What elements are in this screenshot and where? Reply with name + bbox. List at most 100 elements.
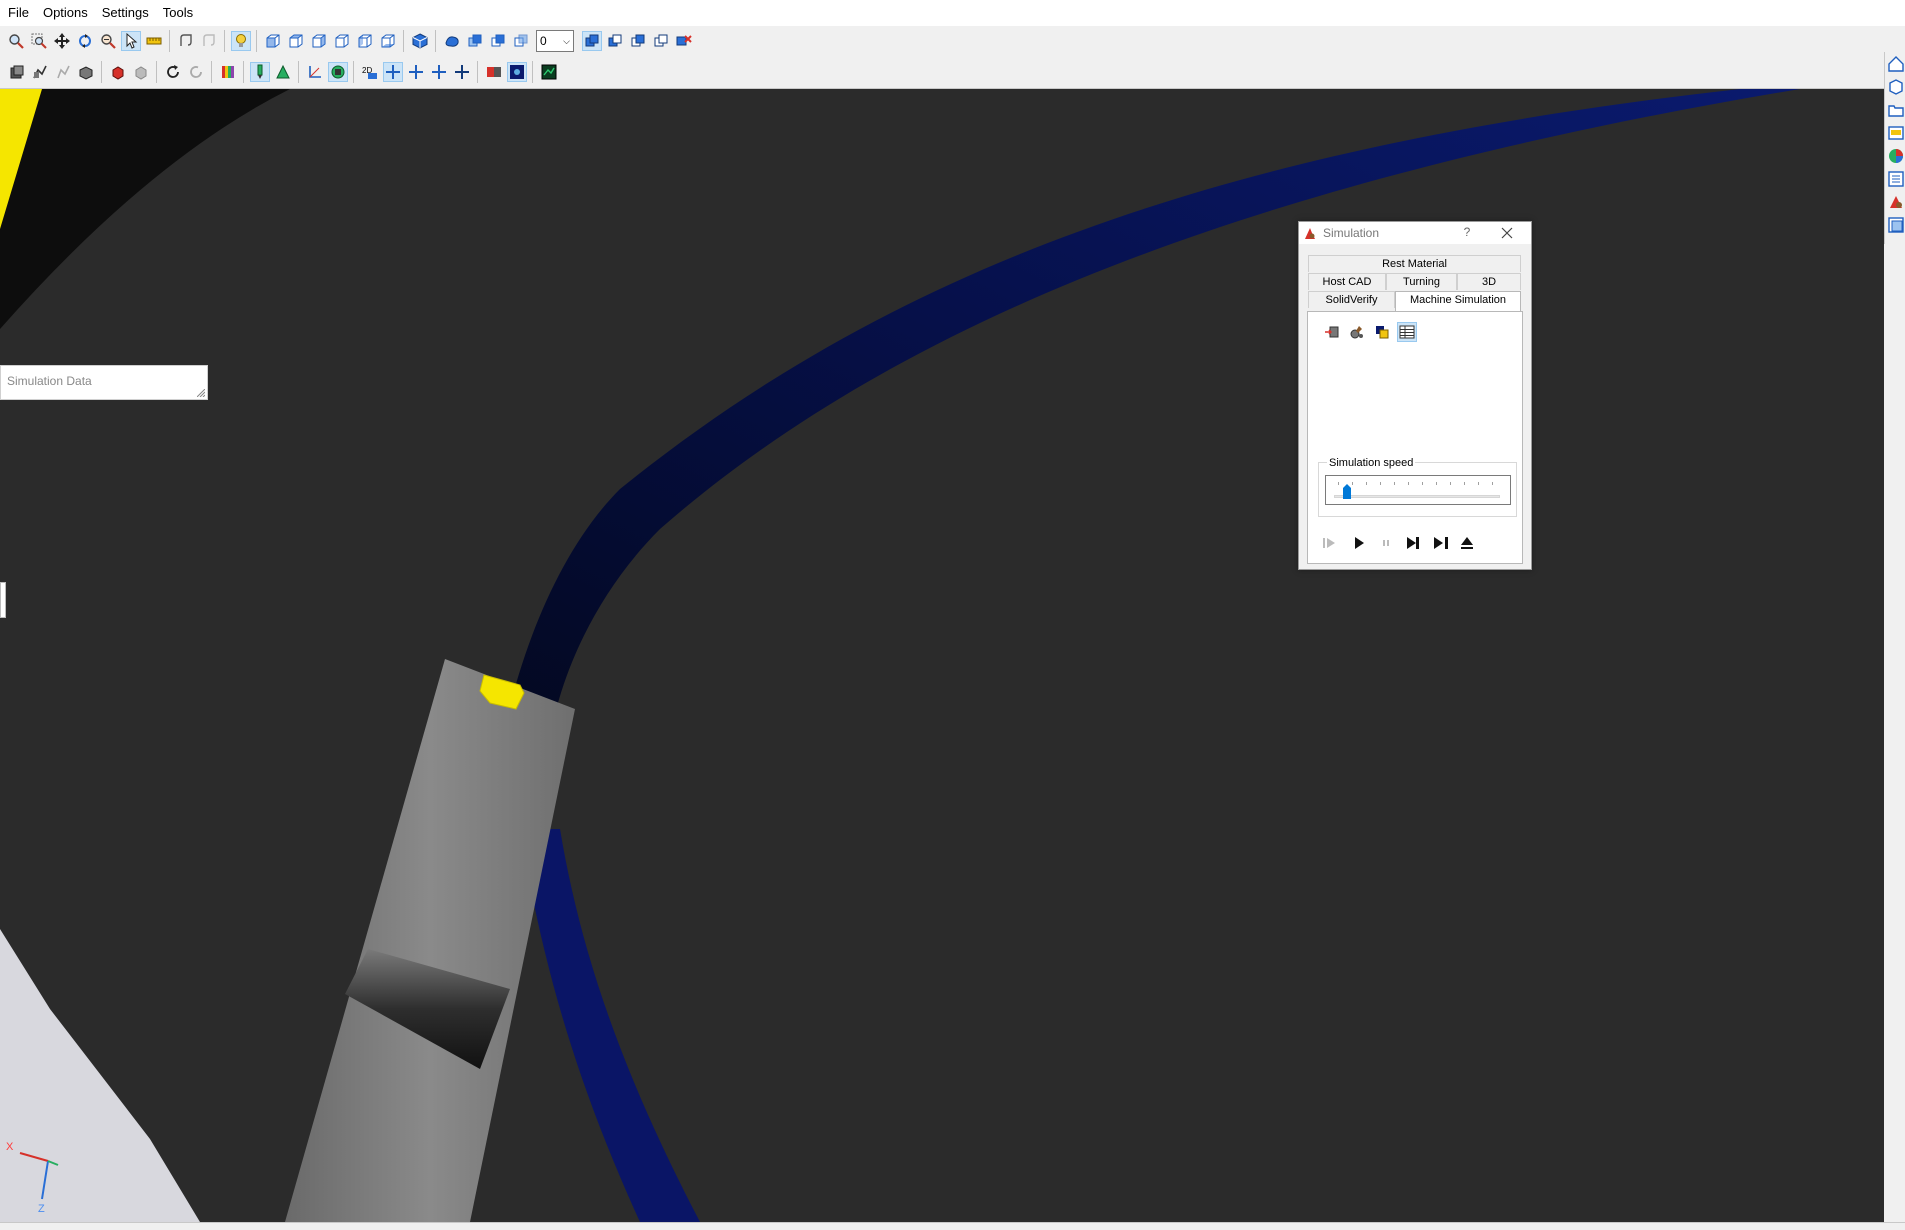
simulation-icon[interactable] bbox=[1887, 193, 1905, 213]
measure-icon[interactable] bbox=[144, 31, 164, 51]
refresh-icon[interactable] bbox=[163, 62, 183, 82]
collapsed-panel-handle[interactable] bbox=[0, 582, 6, 618]
3d-viewport[interactable]: X Z bbox=[0, 89, 1884, 1222]
close-icon[interactable] bbox=[1498, 224, 1516, 242]
rewind-button[interactable] bbox=[1318, 532, 1340, 554]
reset-icon[interactable] bbox=[186, 62, 206, 82]
view-front-icon[interactable] bbox=[286, 31, 306, 51]
machine-import-icon[interactable] bbox=[1322, 322, 1342, 342]
pause-button[interactable] bbox=[1375, 532, 1397, 554]
layer-combo[interactable]: 0 ⌵ bbox=[536, 30, 574, 52]
redo-view-icon[interactable] bbox=[199, 31, 219, 51]
menu-options[interactable]: Options bbox=[36, 0, 95, 26]
color-wheel-icon[interactable] bbox=[1887, 147, 1905, 167]
display-mode-4-icon[interactable] bbox=[651, 31, 671, 51]
monitor-icon[interactable] bbox=[539, 62, 559, 82]
tool-display-icon[interactable] bbox=[249, 62, 270, 82]
tab-solidverify[interactable]: SolidVerify bbox=[1308, 291, 1395, 308]
display-mode-2-icon[interactable] bbox=[605, 31, 625, 51]
simulation-speed-slider[interactable] bbox=[1325, 475, 1511, 505]
machine-simulation-page: Simulation speed bbox=[1307, 311, 1523, 564]
layout-icon[interactable] bbox=[1887, 216, 1905, 236]
rotate-icon[interactable] bbox=[75, 31, 95, 51]
step-forward-icon bbox=[1407, 537, 1419, 549]
wireframe-icon[interactable] bbox=[465, 31, 485, 51]
shaded-icon[interactable] bbox=[442, 31, 462, 51]
2d-text-icon[interactable]: 2D bbox=[360, 62, 380, 82]
zoom-window-icon[interactable] bbox=[29, 31, 49, 51]
slider-tick bbox=[1436, 482, 1437, 485]
simulation-data-title: Simulation Data bbox=[7, 374, 92, 388]
slider-tick bbox=[1338, 482, 1339, 485]
tab-machine-simulation[interactable]: Machine Simulation bbox=[1395, 291, 1521, 312]
crosshair-4-icon[interactable] bbox=[452, 62, 472, 82]
hidden-line-icon[interactable] bbox=[488, 31, 508, 51]
eject-button[interactable] bbox=[1456, 532, 1478, 554]
view-left-icon[interactable] bbox=[355, 31, 375, 51]
z-axis-label: Z bbox=[38, 1203, 45, 1215]
scene-canvas bbox=[0, 89, 1800, 1222]
eject-icon bbox=[1461, 537, 1473, 549]
model-icon[interactable] bbox=[7, 62, 27, 82]
display-mode-1-icon[interactable] bbox=[581, 31, 602, 51]
z-axis-line bbox=[41, 1160, 49, 1200]
view-top-icon[interactable] bbox=[263, 31, 283, 51]
menu-settings[interactable]: Settings bbox=[95, 0, 156, 26]
tab-3d[interactable]: 3D bbox=[1457, 273, 1521, 290]
tab-host-cad[interactable]: Host CAD bbox=[1308, 273, 1386, 290]
layers-icon[interactable] bbox=[1372, 322, 1392, 342]
simulation-titlebar[interactable]: Simulation ? bbox=[1299, 222, 1531, 244]
collision-icon[interactable] bbox=[327, 62, 348, 82]
toolpath-icon[interactable] bbox=[30, 62, 50, 82]
transparent-icon[interactable] bbox=[511, 31, 531, 51]
x-axis-line bbox=[19, 1152, 49, 1162]
help-button[interactable]: ? bbox=[1460, 225, 1474, 239]
axis-icon[interactable] bbox=[305, 62, 325, 82]
rewind-icon bbox=[1323, 538, 1335, 548]
compare-icon[interactable] bbox=[484, 62, 504, 82]
select-pointer-icon[interactable] bbox=[120, 31, 141, 51]
tool-icon[interactable] bbox=[108, 62, 128, 82]
solid-icon[interactable] bbox=[1887, 78, 1905, 98]
view-back-icon[interactable] bbox=[332, 31, 352, 51]
play-button[interactable] bbox=[1348, 532, 1370, 554]
machine-sim-icon[interactable] bbox=[674, 31, 694, 51]
undo-view-icon[interactable] bbox=[176, 31, 196, 51]
lightbulb-icon[interactable] bbox=[230, 31, 251, 51]
resize-grip-icon[interactable] bbox=[197, 389, 205, 397]
view-right-icon[interactable] bbox=[309, 31, 329, 51]
crosshair-2-icon[interactable] bbox=[406, 62, 426, 82]
toolpath-lower bbox=[520, 829, 700, 1222]
play-to-end-button[interactable] bbox=[1430, 532, 1452, 554]
data-table-icon[interactable] bbox=[1397, 322, 1417, 342]
simulation-data-panel[interactable]: Simulation Data bbox=[0, 365, 208, 400]
holder-icon[interactable] bbox=[131, 62, 151, 82]
crosshair-1-icon[interactable] bbox=[382, 62, 403, 82]
crosshair-3-icon[interactable] bbox=[429, 62, 449, 82]
slider-thumb[interactable] bbox=[1342, 484, 1352, 500]
zoom-previous-icon[interactable] bbox=[98, 31, 118, 51]
stock-icon[interactable] bbox=[53, 62, 73, 82]
menu-tools[interactable]: Tools bbox=[156, 0, 200, 26]
tool-library-icon[interactable] bbox=[1347, 322, 1367, 342]
pan-icon[interactable] bbox=[52, 31, 72, 51]
tab-rest-material[interactable]: Rest Material bbox=[1308, 255, 1521, 272]
image-icon[interactable] bbox=[1887, 124, 1905, 144]
zoom-icon[interactable] bbox=[6, 31, 26, 51]
play-icon bbox=[1355, 537, 1364, 549]
tab-turning[interactable]: Turning bbox=[1386, 273, 1457, 290]
folder-icon[interactable] bbox=[1887, 101, 1905, 121]
list-icon[interactable] bbox=[1887, 170, 1905, 190]
menu-file[interactable]: File bbox=[0, 0, 36, 26]
analysis-icon[interactable] bbox=[506, 62, 527, 82]
view-bottom-icon[interactable] bbox=[378, 31, 398, 51]
display-mode-3-icon[interactable] bbox=[628, 31, 648, 51]
step-forward-button[interactable] bbox=[1402, 532, 1424, 554]
cone-icon[interactable] bbox=[273, 62, 293, 82]
fixture-icon[interactable] bbox=[76, 62, 96, 82]
simulation-icon bbox=[1305, 228, 1315, 239]
isometric-view-icon[interactable] bbox=[410, 31, 430, 51]
home-icon[interactable] bbox=[1887, 55, 1905, 75]
color-spectrum-icon[interactable] bbox=[218, 62, 238, 82]
slider-tick bbox=[1408, 482, 1409, 485]
